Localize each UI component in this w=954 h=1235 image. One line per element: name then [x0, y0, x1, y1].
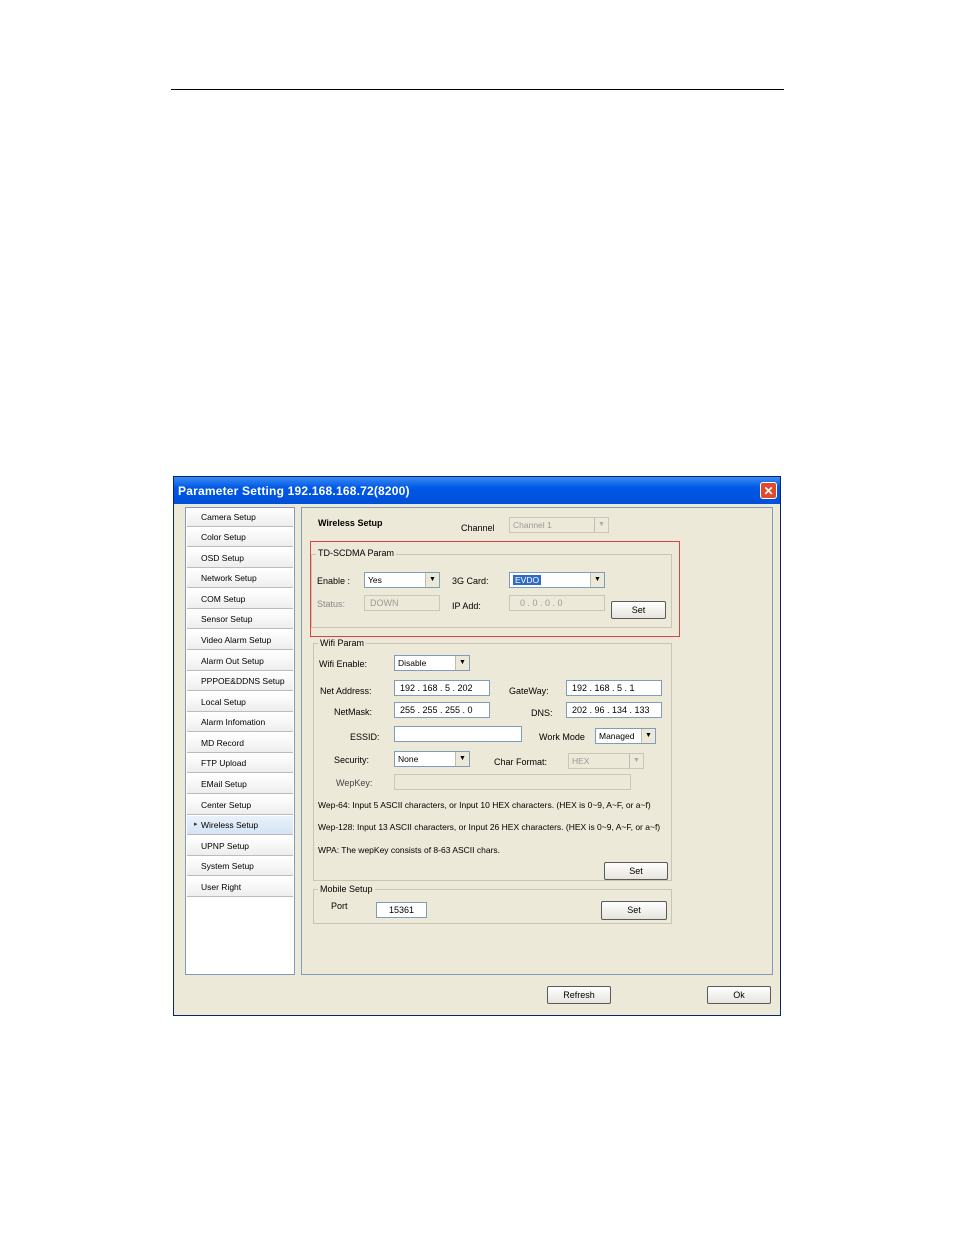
- nav-item-alarm-information[interactable]: Alarm Infomation: [187, 713, 293, 732]
- security-label: Security:: [334, 755, 370, 765]
- chevron-down-icon: ▼: [455, 656, 469, 670]
- nav-item-label: Sensor Setup: [201, 614, 253, 624]
- nav-item-video-alarm-setup[interactable]: Video Alarm Setup: [187, 631, 293, 650]
- nav-item-label: COM Setup: [201, 594, 246, 604]
- wpa-note: WPA: The wepKey consists of 8-63 ASCII c…: [318, 845, 501, 855]
- nav-item-wireless-setup[interactable]: ▸ Wireless Setup: [187, 816, 293, 835]
- nav-item-label: Video Alarm Setup: [201, 635, 272, 645]
- mobile-set-button[interactable]: Set: [601, 901, 667, 920]
- mobile-setup-fieldset: Mobile Setup Port 15361 Set: [313, 884, 672, 924]
- channel-select[interactable]: Channel 1 ▼: [509, 517, 609, 533]
- nav-item-com-setup[interactable]: COM Setup: [187, 590, 293, 609]
- nav-item-label: Wireless Setup: [201, 820, 259, 830]
- nav-item-label: UPNP Setup: [201, 841, 250, 851]
- netmask-label: NetMask:: [334, 707, 373, 717]
- nav-item-center-setup[interactable]: Center Setup: [187, 796, 293, 815]
- nav-item-label: Color Setup: [201, 532, 246, 542]
- wifi-enable-value: Disable: [398, 658, 427, 668]
- nav-item-label: Center Setup: [201, 800, 252, 810]
- security-select[interactable]: None ▼: [394, 751, 470, 767]
- nav-item-pppoe-ddns-setup[interactable]: PPPOE&DDNS Setup: [187, 672, 293, 691]
- section-title: Wireless Setup: [318, 518, 383, 528]
- wifi-enable-label: Wifi Enable:: [319, 659, 368, 669]
- nav-item-label: Alarm Infomation: [201, 717, 266, 727]
- work-mode-label: Work Mode: [539, 732, 585, 742]
- wifi-fieldset: Wifi Param Wifi Enable: Disable ▼ Net Add…: [313, 638, 672, 881]
- chevron-down-icon: ▼: [455, 752, 469, 766]
- essid-label: ESSID:: [350, 732, 380, 742]
- wepkey-input[interactable]: [394, 774, 631, 790]
- nav-item-upnp-setup[interactable]: UPNP Setup: [187, 837, 293, 856]
- dns-label: DNS:: [531, 708, 553, 718]
- nav-item-label: User Right: [201, 882, 242, 892]
- wep128-note: Wep-128: Input 13 ASCII characters, or I…: [318, 822, 661, 832]
- dns-field[interactable]: 202 . 96 . 134 . 133: [566, 702, 662, 718]
- chevron-down-icon: ▼: [641, 729, 655, 743]
- close-icon: ✕: [763, 484, 774, 498]
- channel-value: Channel 1: [513, 520, 552, 530]
- nav-item-color-setup[interactable]: Color Setup: [187, 528, 293, 547]
- refresh-button[interactable]: Refresh: [547, 986, 611, 1004]
- nav-item-local-setup[interactable]: Local Setup: [187, 693, 293, 712]
- nav-item-label: EMail Setup: [201, 779, 247, 789]
- nav-item-user-right[interactable]: User Right: [187, 878, 293, 897]
- net-address-label: Net Address:: [320, 686, 372, 696]
- work-mode-value: Managed: [599, 731, 635, 741]
- nav-item-label: Local Setup: [201, 697, 246, 707]
- nav-item-label: PPPOE&DDNS Setup: [201, 676, 285, 686]
- essid-input[interactable]: [394, 726, 522, 742]
- page-rule: [171, 89, 784, 90]
- work-mode-select[interactable]: Managed ▼: [595, 728, 656, 744]
- setup-nav-list: Camera Setup Color Setup OSD Setup Netwo…: [185, 507, 295, 975]
- port-input[interactable]: 15361: [376, 902, 427, 918]
- ok-button[interactable]: Ok: [707, 986, 771, 1004]
- nav-item-label: Alarm Out Setup: [201, 656, 264, 666]
- highlight-box: [310, 541, 680, 637]
- selected-arrow-icon: ▸: [194, 821, 198, 828]
- nav-item-osd-setup[interactable]: OSD Setup: [187, 549, 293, 568]
- title-bar[interactable]: Parameter Setting 192.168.168.72(8200) ✕: [174, 477, 780, 504]
- window-title: Parameter Setting 192.168.168.72(8200): [178, 484, 410, 498]
- char-format-value: HEX: [572, 756, 590, 766]
- net-address-field[interactable]: 192 . 168 . 5 . 202: [394, 680, 490, 696]
- chevron-down-icon: ▼: [594, 518, 608, 532]
- wep64-note: Wep-64: Input 5 ASCII characters, or Inp…: [318, 800, 651, 810]
- nav-item-label: MD Record: [201, 738, 244, 748]
- nav-item-alarm-out-setup[interactable]: Alarm Out Setup: [187, 652, 293, 671]
- nav-item-sensor-setup[interactable]: Sensor Setup: [187, 610, 293, 629]
- nav-item-ftp-upload[interactable]: FTP Upload: [187, 754, 293, 773]
- wepkey-label: WepKey:: [336, 778, 373, 788]
- nav-item-email-setup[interactable]: EMail Setup: [187, 775, 293, 794]
- nav-item-label: System Setup: [201, 861, 254, 871]
- nav-item-md-record[interactable]: MD Record: [187, 734, 293, 753]
- security-value: None: [398, 754, 419, 764]
- mobile-setup-legend: Mobile Setup: [318, 884, 375, 894]
- char-format-label: Char Format:: [494, 757, 548, 767]
- nav-item-label: OSD Setup: [201, 553, 244, 563]
- nav-item-label: Camera Setup: [201, 512, 256, 522]
- port-label: Port: [331, 901, 348, 911]
- nav-item-label: Network Setup: [201, 573, 257, 583]
- gateway-label: GateWay:: [509, 686, 549, 696]
- wifi-enable-select[interactable]: Disable ▼: [394, 655, 470, 671]
- netmask-field[interactable]: 255 . 255 . 255 . 0: [394, 702, 490, 718]
- gateway-field[interactable]: 192 . 168 . 5 . 1: [566, 680, 662, 696]
- chevron-down-icon: ▼: [629, 754, 643, 768]
- wifi-set-button[interactable]: Set: [604, 862, 668, 880]
- close-button[interactable]: ✕: [760, 482, 777, 499]
- wifi-legend: Wifi Param: [318, 638, 367, 648]
- nav-item-system-setup[interactable]: System Setup: [187, 857, 293, 876]
- channel-label: Channel: [461, 523, 495, 533]
- char-format-select[interactable]: HEX ▼: [568, 753, 644, 769]
- nav-item-network-setup[interactable]: Network Setup: [187, 569, 293, 588]
- nav-item-camera-setup[interactable]: Camera Setup: [187, 508, 293, 527]
- nav-item-label: FTP Upload: [201, 758, 247, 768]
